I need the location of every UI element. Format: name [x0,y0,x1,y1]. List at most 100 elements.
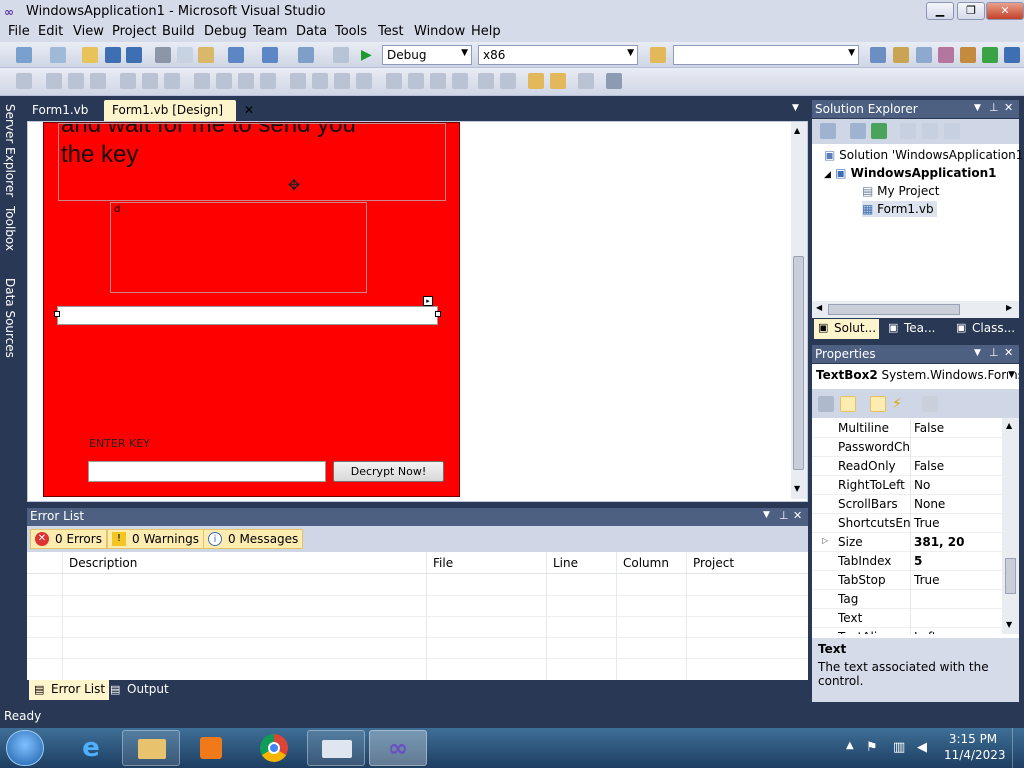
align-rights-icon[interactable] [90,73,106,89]
property-row[interactable]: ScrollBars None [812,495,1002,514]
menu-file[interactable]: File [8,24,30,39]
size-to-grid-icon[interactable] [216,73,232,89]
property-row[interactable]: TabStop True [812,571,1002,590]
cut-icon[interactable] [155,47,171,63]
tab-form1-design[interactable]: Form1.vb [Design] ✕ [104,100,254,121]
redo-icon[interactable] [262,47,278,63]
property-row[interactable]: ReadOnly False [812,457,1002,476]
chevron-down-icon[interactable]: ▼ [763,510,770,520]
solution-explorer-icon[interactable] [870,47,886,63]
refresh-icon[interactable] [871,123,887,139]
scroll-down-icon[interactable]: ▼ [794,484,800,493]
menu-tools[interactable]: Tools [335,24,367,39]
property-value[interactable]: False [914,421,944,435]
scroll-thumb[interactable] [1005,558,1016,594]
property-row[interactable]: ShortcutsEnal True [812,514,1002,533]
collapse-arrow-icon[interactable]: ◢ [824,170,831,180]
toolbox-icon[interactable] [938,47,954,63]
designer-vertical-scrollbar[interactable]: ▲ ▼ [791,122,807,499]
menu-build[interactable]: Build [162,24,195,39]
property-row[interactable]: Text [812,609,1002,628]
undo-icon[interactable] [228,47,244,63]
center-horizontally-icon[interactable] [478,73,494,89]
chevron-down-icon[interactable]: ▼ [792,103,799,113]
properties-icon[interactable] [820,123,836,139]
toolbox-tab[interactable]: Toolbox [3,206,17,251]
navigate-forward-icon[interactable] [333,47,349,63]
server-explorer-tab[interactable]: Server Explorer [3,104,17,197]
column-project[interactable]: Project [693,556,734,570]
resize-handle-left[interactable] [54,311,60,317]
tab-output[interactable]: ▤ Output [105,680,173,700]
expand-arrow-icon[interactable]: ▷ [822,536,828,545]
close-button[interactable]: ✕ [986,2,1024,20]
scroll-left-icon[interactable]: ◀ [816,303,822,312]
tab-error-list[interactable]: ▤ Error List [29,680,110,700]
start-button[interactable] [6,730,44,766]
menu-help[interactable]: Help [471,24,501,39]
solution-platform-dropdown[interactable]: x86 ▼ [478,45,638,65]
show-hidden-icons-icon[interactable]: ▲ [846,740,854,751]
scroll-up-icon[interactable]: ▲ [1006,421,1012,430]
navigate-backward-icon[interactable] [298,47,314,63]
remove-vertical-spacing-icon[interactable] [452,73,468,89]
internet-explorer-icon[interactable]: e [62,730,120,766]
tab-form1-code[interactable]: Form1.vb [24,100,96,121]
column-description[interactable]: Description [69,556,137,570]
property-value[interactable]: No [914,478,930,492]
property-value[interactable]: True [914,573,940,587]
close-icon[interactable]: ✕ [1004,346,1013,359]
new-project-icon[interactable] [16,47,32,63]
network-icon[interactable]: ▥ [893,740,905,755]
menu-window[interactable]: Window [414,24,465,39]
minimize-button[interactable]: ▁ [926,2,954,20]
smart-tag-icon[interactable]: ▸ [423,296,433,306]
command-window-icon[interactable] [1004,47,1020,63]
action-center-flag-icon[interactable]: ⚑ [866,740,878,755]
extension-manager-icon[interactable] [960,47,976,63]
maximize-button[interactable]: ❐ [957,2,985,20]
align-centers-icon[interactable] [68,73,84,89]
close-icon[interactable]: ✕ [1004,101,1013,114]
object-browser-icon[interactable] [916,47,932,63]
column-file[interactable]: File [433,556,453,570]
tab-solution-explorer[interactable]: ▣ Solut... [814,319,880,339]
taskbar-clock[interactable]: 3:15 PM 11/4/2023 [944,732,1006,762]
menu-team[interactable]: Team [253,24,287,39]
column-line[interactable]: Line [553,556,578,570]
property-value[interactable]: None [914,497,945,511]
send-to-back-icon[interactable] [550,73,566,89]
make-same-height-icon[interactable] [238,73,254,89]
align-lefts-icon[interactable] [46,73,62,89]
make-same-size-icon[interactable] [260,73,276,89]
visual-studio-taskbar-icon[interactable]: ∞ [369,730,427,766]
remove-horizontal-spacing-icon[interactable] [356,73,372,89]
make-same-width-icon[interactable] [194,73,210,89]
instruction-label[interactable]: and wait for me to send you the key [58,123,446,201]
solution-horizontal-scrollbar[interactable]: ◀ ▶ [812,301,1019,318]
small-label[interactable]: d [110,202,367,293]
scroll-right-icon[interactable]: ▶ [1006,303,1012,312]
align-middles-icon[interactable] [142,73,158,89]
solution-configuration-dropdown[interactable]: Debug ▼ [382,45,472,65]
chevron-down-icon[interactable]: ▼ [974,103,981,113]
properties-window-icon[interactable] [893,47,909,63]
volume-muted-icon[interactable]: ◀ [917,740,927,755]
show-all-files-icon[interactable] [850,123,866,139]
messages-filter-button[interactable]: i 0 Messages [203,529,304,549]
horizontal-spacing-equal-icon[interactable] [290,73,306,89]
class-diagram-icon[interactable] [944,123,960,139]
paste-icon[interactable] [198,47,214,63]
tab-order-icon[interactable] [578,73,594,89]
scroll-up-icon[interactable]: ▲ [794,126,800,135]
start-page-icon[interactable] [982,47,998,63]
onscreen-keyboard-icon[interactable] [307,730,365,766]
close-icon[interactable]: ✕ [793,509,802,522]
tab-team-explorer[interactable]: ▣ Tea... [884,319,938,339]
property-row[interactable]: Multiline False [812,419,1002,438]
column-column[interactable]: Column [623,556,669,570]
start-debugging-icon[interactable]: ▶ [361,47,377,63]
menu-test[interactable]: Test [378,24,404,39]
errors-filter-button[interactable]: ✕ 0 Errors [30,529,107,549]
scroll-thumb[interactable] [793,256,804,470]
